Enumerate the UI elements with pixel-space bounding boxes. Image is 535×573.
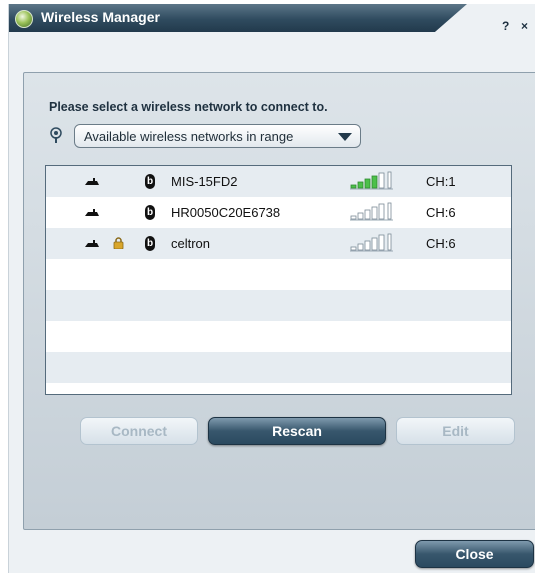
band-badge-icon: b — [145, 236, 155, 251]
close-button[interactable]: Close — [415, 540, 534, 568]
network-channel: CH:1 — [426, 174, 456, 189]
wireless-filter-icon — [50, 127, 62, 143]
help-button[interactable]: ? — [502, 19, 509, 33]
network-filter-selected: Available wireless networks in range — [84, 129, 294, 144]
app-logo-icon — [15, 10, 33, 28]
empty-row — [46, 321, 511, 352]
title-bar[interactable]: Wireless Manager ? × — [9, 4, 535, 46]
empty-row — [46, 259, 511, 290]
signal-strength-icon — [350, 171, 393, 190]
chevron-down-icon — [338, 133, 352, 141]
signal-strength-icon — [350, 233, 393, 252]
lock-icon — [113, 237, 124, 249]
network-channel: CH:6 — [426, 236, 456, 251]
network-filter-dropdown[interactable]: Available wireless networks in range — [74, 124, 361, 148]
antenna-icon — [85, 240, 99, 247]
signal-strength-icon — [350, 202, 393, 221]
network-list[interactable]: b MIS-15FD2 CH:1 b HR0050C20E6738 CH:6 b celtro… — [45, 165, 512, 395]
empty-row — [46, 290, 511, 321]
band-badge-icon: b — [145, 174, 155, 189]
connect-button[interactable]: Connect — [80, 417, 198, 445]
main-panel: Please select a wireless network to conn… — [23, 72, 535, 530]
network-row[interactable]: b celtron CH:6 — [46, 228, 511, 259]
network-row[interactable]: b MIS-15FD2 CH:1 — [46, 166, 511, 197]
antenna-icon — [85, 178, 99, 185]
network-ssid: celtron — [171, 236, 211, 251]
network-row[interactable]: b HR0050C20E6738 CH:6 — [46, 197, 511, 228]
close-window-button[interactable]: × — [521, 19, 528, 33]
rescan-button[interactable]: Rescan — [208, 417, 386, 445]
empty-row — [46, 352, 511, 383]
network-channel: CH:6 — [426, 205, 456, 220]
window-title: Wireless Manager — [41, 9, 160, 25]
network-ssid: MIS-15FD2 — [171, 174, 238, 189]
antenna-icon — [85, 209, 99, 216]
instruction-text: Please select a wireless network to conn… — [49, 100, 328, 114]
band-badge-icon: b — [145, 205, 155, 220]
network-ssid: HR0050C20E6738 — [171, 205, 281, 220]
edit-button[interactable]: Edit — [396, 417, 515, 445]
wireless-manager-window: Wireless Manager ? × Please select a wir… — [8, 4, 535, 573]
